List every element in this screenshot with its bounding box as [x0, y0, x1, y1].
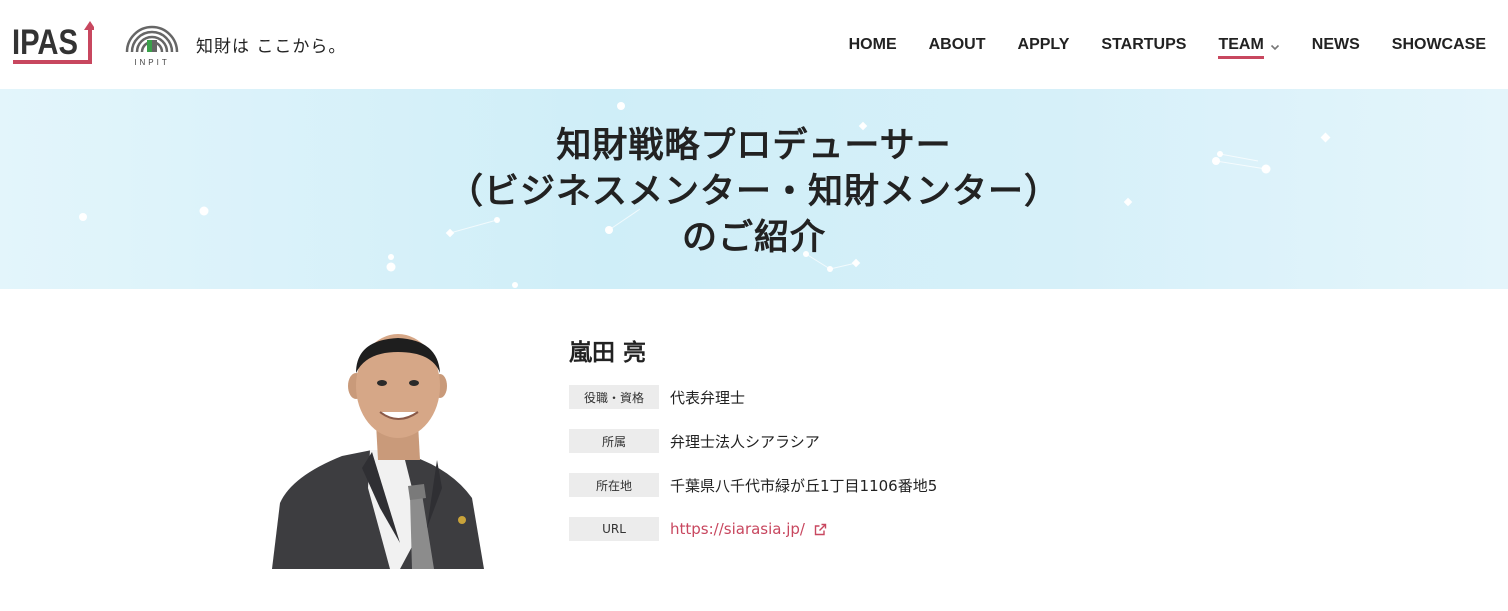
page-title-line-3: のご紹介	[681, 218, 826, 258]
ipas-logo[interactable]: IPAS	[12, 20, 94, 66]
main-nav: HOME ABOUT APPLY STARTUPS TEAM NEWS SHOW…	[817, 0, 1486, 89]
nav-home-label: HOME	[848, 35, 897, 53]
external-link-icon	[814, 523, 827, 535]
nav-startups-label: STARTUPS	[1101, 35, 1187, 53]
inpit-logo-text: INPIT	[134, 58, 169, 66]
nav-startups[interactable]: STARTUPS	[1101, 36, 1186, 54]
nav-apply[interactable]: APPLY	[1018, 36, 1070, 54]
nav-news-label: NEWS	[1311, 35, 1360, 53]
location-value: 千葉県八千代市緑が丘1丁目1106番地5	[670, 476, 938, 495]
nav-team[interactable]: TEAM	[1218, 31, 1279, 59]
nav-news[interactable]: NEWS	[1312, 36, 1360, 54]
inpit-logo[interactable]: INPIT	[122, 22, 182, 66]
profile-photo	[272, 328, 484, 569]
affiliation-label: 所属	[569, 429, 659, 453]
nav-about[interactable]: ABOUT	[929, 36, 986, 54]
info-row-position: 役職・資格 代表弁理士	[569, 385, 745, 409]
website-link[interactable]: https://siarasia.jp/	[670, 520, 827, 538]
nav-showcase-label: SHOWCASE	[1391, 35, 1486, 53]
page-title-line-2: （ビジネスメンター・知財メンター）	[447, 172, 1060, 212]
info-row-location: 所在地 千葉県八千代市緑が丘1丁目1106番地5	[569, 473, 937, 497]
page-title: 知財戦略プロデューサー （ビジネスメンター・知財メンター） のご紹介	[0, 123, 1508, 261]
nav-apply-label: APPLY	[1017, 35, 1070, 53]
position-label: 役職・資格	[569, 385, 659, 409]
site-tagline: 知財は ここから。	[196, 37, 347, 57]
nav-showcase[interactable]: SHOWCASE	[1392, 36, 1486, 54]
info-row-affiliation: 所属 弁理士法人シアラシア	[569, 429, 820, 453]
hero-banner: 知財戦略プロデューサー （ビジネスメンター・知財メンター） のご紹介	[0, 89, 1508, 289]
url-label: URL	[569, 517, 659, 541]
info-row-url: URL https://siarasia.jp/	[569, 517, 827, 541]
nav-home[interactable]: HOME	[849, 36, 897, 54]
location-label: 所在地	[569, 473, 659, 497]
website-link-text: https://siarasia.jp/	[670, 520, 805, 538]
position-value: 代表弁理士	[670, 388, 746, 407]
mentor-name: 嵐田 亮	[569, 340, 647, 366]
page-title-line-1: 知財戦略プロデューサー	[556, 126, 952, 166]
nav-about-label: ABOUT	[928, 35, 986, 53]
ipas-logo-text: IPAS	[12, 23, 78, 62]
site-header: IPAS INPIT 知財は ここから。 HOME ABOUT APPLY ST…	[0, 0, 1508, 89]
chevron-down-icon[interactable]	[1270, 42, 1280, 52]
nav-team-label: TEAM	[1218, 36, 1264, 59]
affiliation-value: 弁理士法人シアラシア	[670, 432, 820, 451]
